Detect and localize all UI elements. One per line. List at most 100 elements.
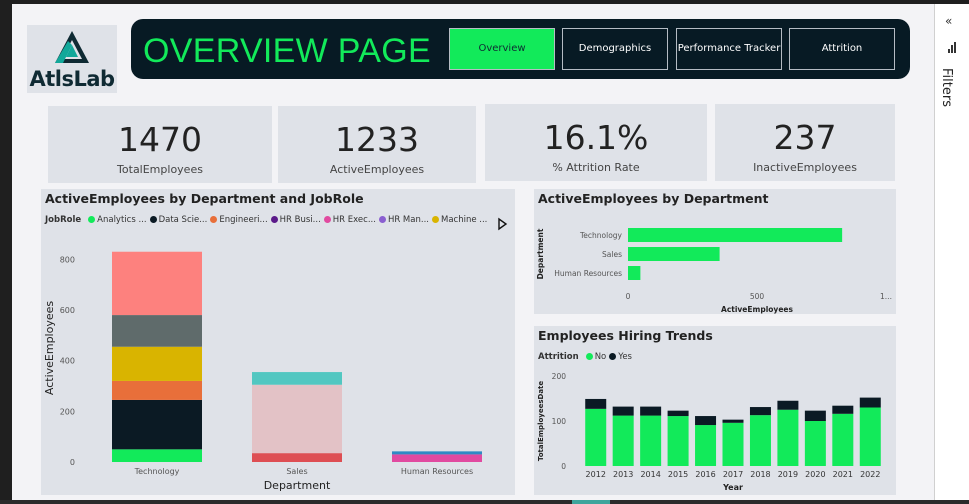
stacked-column-chart: 0 100 200 2012 2013 2014 2015 2016 2017 2018 2019 2… [537, 372, 881, 492]
page-tab-indicator[interactable] [572, 500, 610, 504]
x-axis-title: ActiveEmployees [721, 305, 793, 314]
y-tick-label: 200 [60, 407, 75, 416]
horizontal-bar-chart: Technology Sales Human Resources 0 500 1... Ac… [536, 228, 892, 314]
bar-segment [252, 453, 342, 462]
x-tick-label: 2022 [860, 470, 880, 479]
bar-segment [722, 422, 744, 466]
nav-button-performance-tracker[interactable]: Performance Tracker [676, 28, 782, 70]
bar [628, 266, 641, 280]
kpi-value: 1470 [118, 120, 202, 159]
bar-segment [252, 372, 342, 385]
atlslab-logo: AtlsLab [27, 25, 117, 93]
kpi-label: % Attrition Rate [552, 161, 640, 174]
x-tick-label: 2013 [613, 470, 633, 479]
bar-segment [640, 415, 662, 466]
x-tick-label: 0 [626, 292, 631, 301]
logo-mark-icon [55, 31, 89, 63]
y-tick-label: 0 [561, 462, 566, 471]
stacked-column-chart: 0 200 400 600 800 Technology Sales Human Resour… [43, 217, 508, 492]
bar-segment [722, 419, 744, 423]
x-tick-label: 2012 [586, 470, 606, 479]
bar-segment [832, 413, 854, 466]
y-tick-label: 800 [60, 255, 75, 264]
bar-segment [585, 398, 607, 409]
kpi-value: 237 [773, 118, 837, 157]
x-tick-label: 2017 [723, 470, 743, 479]
bar-segment [612, 415, 634, 466]
page-title: OVERVIEW PAGE [143, 32, 431, 70]
x-tick-label: Technology [134, 467, 180, 476]
collapse-chevron-icon[interactable]: « [945, 14, 952, 28]
y-axis-title: ActiveEmployees [43, 301, 56, 396]
page-header: OVERVIEW PAGE Overview Demographics Perf… [131, 19, 910, 79]
bar-segment [112, 449, 202, 462]
kpi-card-total-employees: 1470 TotalEmployees [48, 106, 272, 183]
x-tick-label: 2020 [805, 470, 825, 479]
kpi-card-attrition-rate: 16.1% % Attrition Rate [485, 104, 707, 181]
nav-button-attrition[interactable]: Attrition [789, 28, 895, 70]
nav-button-demographics[interactable]: Demographics [562, 28, 668, 70]
bar-segment [112, 315, 202, 347]
bar-segment [804, 421, 826, 466]
bar-segment [252, 384, 342, 454]
bar-segment [667, 416, 689, 466]
x-tick-label: 2016 [695, 470, 715, 479]
page-tab-bar [0, 500, 969, 504]
bar-segment [749, 407, 771, 416]
y-axis-title: Department [536, 228, 545, 279]
kpi-label: InactiveEmployees [753, 161, 857, 174]
y-tick-label: 0 [70, 458, 75, 467]
x-tick-label: 2019 [778, 470, 798, 479]
kpi-card-inactive-employees: 237 InactiveEmployees [715, 104, 895, 181]
y-tick-label: Technology [579, 231, 623, 240]
bar-segment [859, 407, 881, 466]
y-tick-label: 100 [552, 417, 567, 426]
y-axis-title: TotalEmployeesDate [537, 381, 545, 462]
x-axis-title: Year [722, 483, 743, 492]
bar-segment [749, 415, 771, 466]
y-tick-label: 400 [60, 357, 75, 366]
x-tick-label: 500 [750, 292, 765, 301]
y-tick-label: 600 [60, 306, 75, 315]
x-tick-label: 2014 [640, 470, 660, 479]
chart-panel-hiring-trends: Employees Hiring Trends Attrition No Yes 0… [534, 326, 896, 495]
bar-segment [804, 410, 826, 421]
legend-next-icon [498, 217, 508, 231]
bar-segment [695, 425, 717, 466]
kpi-value: 1233 [335, 120, 419, 159]
y-tick-label: 200 [552, 372, 567, 381]
x-tick-label: 2018 [750, 470, 770, 479]
logo-wordmark: AtlsLab [29, 67, 115, 91]
x-tick-label: Human Resources [401, 467, 473, 476]
bar-segment [112, 251, 202, 316]
x-tick-label: 2015 [668, 470, 688, 479]
bar [628, 228, 843, 242]
bar-segment [612, 406, 634, 416]
bar-segment [392, 451, 482, 455]
bar-segment [112, 380, 202, 400]
x-tick-label: 2021 [833, 470, 853, 479]
kpi-card-active-employees: 1233 ActiveEmployees [278, 106, 476, 183]
bar-segment [585, 408, 607, 466]
filters-label: Filters [939, 68, 954, 107]
filters-pane[interactable]: « Filters [934, 4, 969, 500]
nav-button-overview[interactable]: Overview [449, 28, 555, 70]
bar-segment [777, 409, 799, 466]
bar-segment [667, 410, 689, 417]
chart-panel-dept: ActiveEmployees by Department Technology… [534, 189, 896, 314]
x-tick-label: Sales [286, 467, 307, 476]
filter-bars-icon [948, 42, 956, 53]
bar-segment [392, 454, 482, 462]
x-axis-title: Department [264, 479, 331, 492]
bar-segment [112, 346, 202, 381]
bar-segment [832, 405, 854, 414]
bar [628, 247, 720, 261]
bar-segment [640, 406, 662, 416]
bar-segment [777, 400, 799, 410]
report-canvas: AtlsLab OVERVIEW PAGE Overview Demograph… [12, 4, 934, 500]
chart-panel-dept-jobrole: ActiveEmployees by Department and JobRol… [41, 189, 515, 495]
y-tick-label: Sales [602, 250, 622, 259]
bar-segment [112, 399, 202, 450]
bar-segment [859, 397, 881, 408]
kpi-label: TotalEmployees [117, 163, 203, 176]
